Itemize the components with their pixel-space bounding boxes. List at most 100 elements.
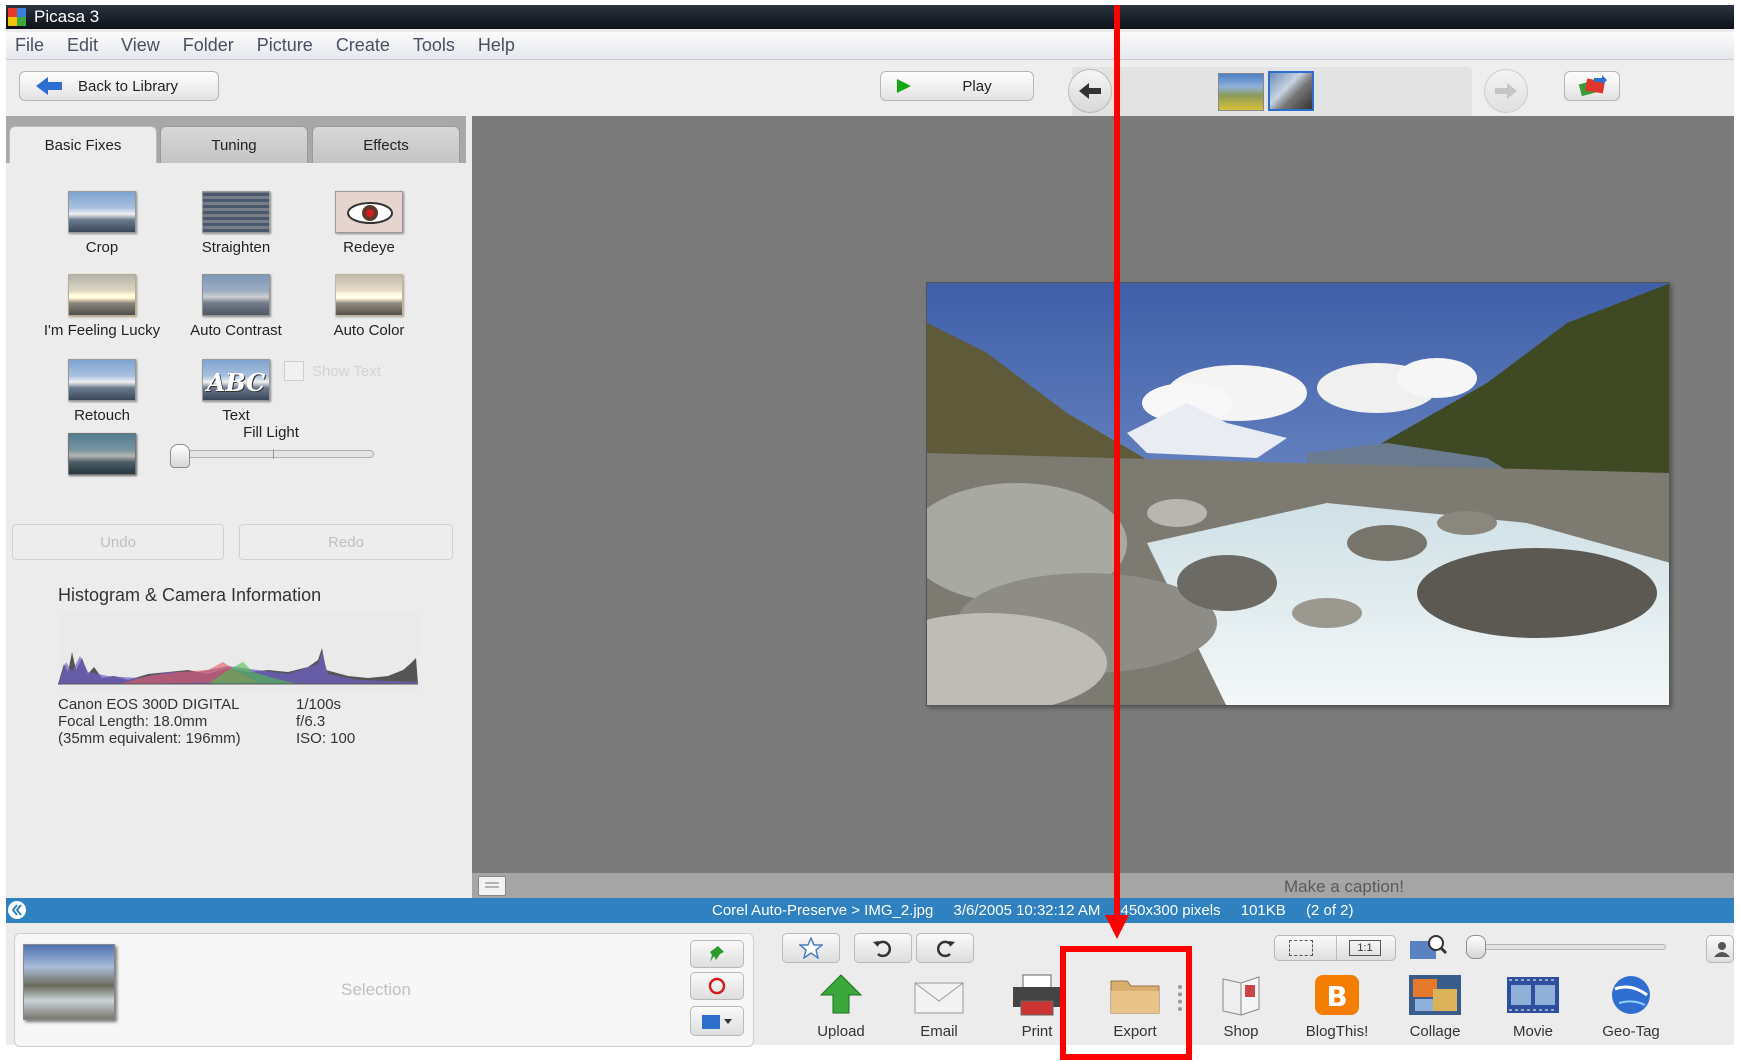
left-arrow-icon	[1079, 83, 1101, 99]
zoom-icon[interactable]	[1408, 933, 1448, 963]
redo-button[interactable]: Redo	[239, 524, 453, 560]
hold-pin-button[interactable]	[690, 940, 744, 968]
fill-light-slider-thumb[interactable]	[170, 444, 190, 468]
river-landscape-image	[927, 283, 1669, 705]
rotate-counterclockwise-button[interactable]	[854, 933, 912, 963]
email-envelope-icon	[914, 982, 964, 1014]
movie-label: Movie	[1512, 1023, 1553, 1040]
menu-create[interactable]: Create	[336, 35, 390, 56]
previous-photo-button[interactable]	[1068, 69, 1112, 113]
histogram-title: Histogram & Camera Information	[58, 585, 322, 605]
play-icon	[897, 79, 911, 93]
filmstrip-thumbnail-selected[interactable]	[1268, 71, 1314, 111]
edit-tabs: Basic Fixes Tuning Effects	[6, 116, 466, 163]
edit-panel: Basic Fixes Tuning Effects Crop Straight…	[6, 116, 466, 896]
collage-button[interactable]: Collage	[1390, 973, 1480, 1040]
auto-contrast-tool[interactable]: Auto Contrast	[166, 274, 306, 339]
view-size-toggle: 1:1	[1274, 935, 1396, 961]
menu-folder[interactable]: Folder	[183, 35, 234, 56]
status-path: Corel Auto-Preserve > IMG_2.jpg	[712, 902, 934, 919]
fill-light-icon	[68, 433, 136, 475]
blogthis-label: BlogThis!	[1305, 1023, 1369, 1040]
tab-effects[interactable]: Effects	[312, 126, 460, 163]
status-info: Corel Auto-Preserve > IMG_2.jpg 3/6/2005…	[712, 902, 1354, 919]
straighten-tool[interactable]: Straighten	[166, 191, 306, 256]
play-label: Play	[962, 77, 992, 95]
menu-picture[interactable]: Picture	[257, 35, 313, 56]
camera-info-right: 1/100s f/6.3 ISO: 100	[296, 696, 355, 747]
title-bar: Picasa 3	[6, 5, 1734, 29]
double-chevron-left-icon	[11, 904, 22, 916]
tab-tuning[interactable]: Tuning	[160, 126, 308, 163]
menu-edit[interactable]: Edit	[67, 35, 98, 56]
main-photo[interactable]	[926, 282, 1670, 706]
feeling-lucky-tool[interactable]: I'm Feeling Lucky	[32, 274, 172, 339]
auto-contrast-label: Auto Contrast	[190, 322, 282, 339]
clear-selection-button[interactable]	[690, 972, 744, 1000]
next-photo-button[interactable]	[1484, 69, 1528, 113]
collage-icon	[1409, 975, 1461, 1015]
star-button[interactable]	[782, 933, 840, 963]
blogthis-button[interactable]: B BlogThis!	[1292, 973, 1382, 1040]
people-button[interactable]	[1706, 935, 1734, 963]
actual-size-button[interactable]: 1:1	[1349, 940, 1381, 956]
filmstrip-thumbnail[interactable]	[1218, 73, 1264, 111]
menu-help[interactable]: Help	[478, 35, 515, 56]
redeye-tool[interactable]: Redeye	[299, 191, 439, 256]
straighten-label: Straighten	[201, 239, 271, 256]
menu-file[interactable]: File	[15, 35, 44, 56]
shutter-speed: 1/100s	[296, 696, 342, 713]
play-button[interactable]: Play	[880, 71, 1034, 101]
straighten-icon	[202, 191, 270, 233]
toolbar: Back to Library Play	[6, 61, 1734, 121]
text-tool-label: Text	[222, 407, 250, 424]
crop-icon	[68, 191, 136, 233]
collapse-tray-button[interactable]	[8, 901, 26, 919]
back-to-library-button[interactable]: Back to Library	[19, 71, 219, 101]
auto-contrast-icon	[202, 274, 270, 316]
retouch-tool[interactable]: Retouch	[32, 359, 172, 424]
fill-light-preview	[32, 433, 172, 481]
photo-viewer	[472, 116, 1734, 896]
selected-photo-thumbnail[interactable]	[23, 944, 115, 1020]
email-label: Email	[920, 1023, 958, 1040]
red-circle-icon	[708, 977, 726, 995]
google-earth-icon	[1612, 976, 1650, 1014]
text-tool-icon: ABC	[202, 359, 270, 401]
fit-to-screen-button[interactable]	[1289, 940, 1313, 956]
movie-button[interactable]: Movie	[1488, 973, 1578, 1040]
auto-color-tool[interactable]: Auto Color	[299, 274, 439, 339]
toggle-divider	[1336, 936, 1337, 960]
collage-label: Collage	[1409, 1023, 1461, 1040]
camera-model: Canon EOS 300D DIGITAL	[58, 696, 240, 713]
rotate-right-icon	[936, 940, 955, 958]
status-date: 3/6/2005 10:32:12 AM	[953, 902, 1101, 919]
tab-basic-fixes[interactable]: Basic Fixes	[9, 126, 157, 163]
fill-light-slider[interactable]	[174, 449, 374, 459]
retouch-label: Retouch	[74, 407, 130, 424]
rotate-clockwise-button[interactable]	[916, 933, 974, 963]
menu-view[interactable]: View	[121, 35, 160, 56]
upload-button[interactable]: Upload	[796, 973, 886, 1040]
album-dropdown-icon	[702, 1015, 732, 1029]
show-text-checkbox[interactable]	[284, 361, 304, 381]
zoom-slider-thumb[interactable]	[1466, 935, 1486, 959]
upload-label: Upload	[817, 1023, 865, 1040]
menu-tools[interactable]: Tools	[413, 35, 455, 56]
picasa-window: Picasa 3 File Edit View Folder Picture C…	[6, 5, 1734, 1047]
share-button[interactable]	[1564, 71, 1620, 101]
photo-tray: Selection Upload Email Print Export Shop…	[6, 923, 1734, 1047]
album-dropdown-button[interactable]	[690, 1006, 744, 1036]
caption-input[interactable]: Make a caption!	[472, 877, 1734, 897]
caption-bar: Make a caption!	[472, 873, 1734, 901]
crop-tool[interactable]: Crop	[32, 191, 172, 256]
undo-button[interactable]: Undo	[12, 524, 224, 560]
shop-button[interactable]: Shop	[1196, 973, 1286, 1040]
email-button[interactable]: Email	[894, 973, 984, 1040]
fill-light-label: Fill Light	[243, 424, 299, 441]
zoom-slider[interactable]	[1468, 944, 1666, 950]
focal-equivalent: (35mm equivalent: 196mm)	[58, 730, 241, 747]
geo-tag-button[interactable]: Geo-Tag	[1586, 973, 1676, 1040]
iso: ISO: 100	[296, 730, 356, 747]
redeye-label: Redeye	[343, 239, 395, 256]
